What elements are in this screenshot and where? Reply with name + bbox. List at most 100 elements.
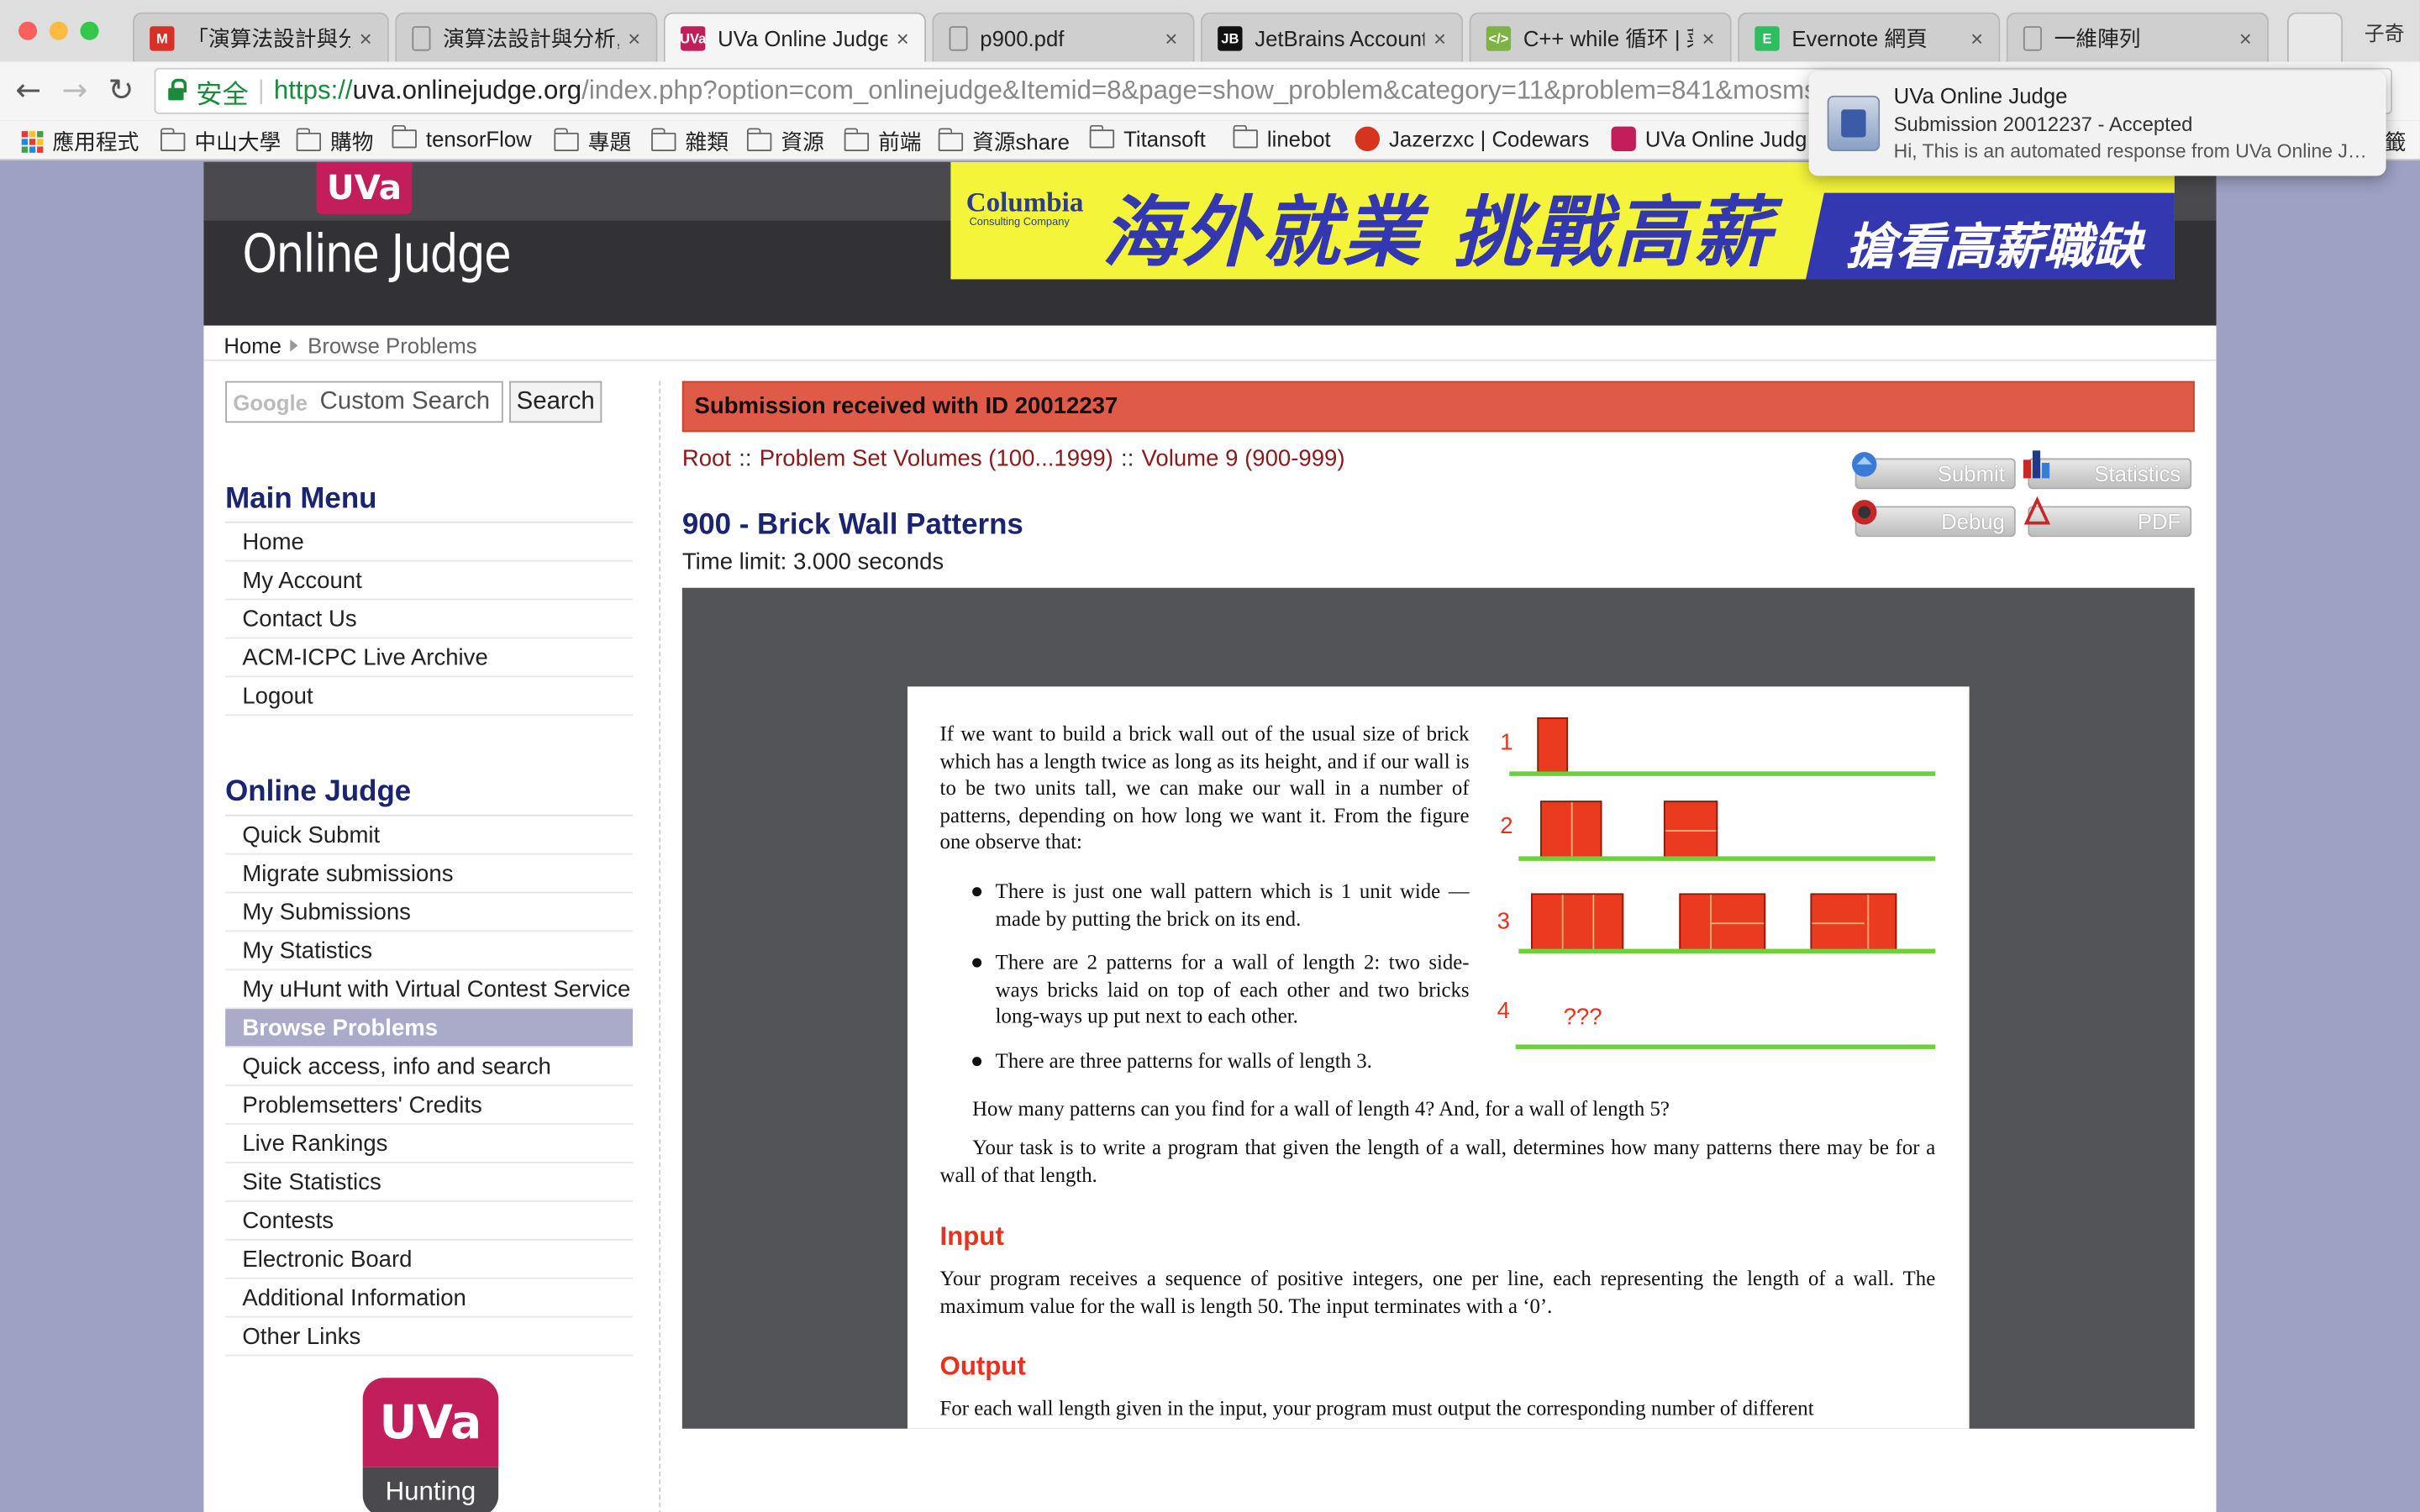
google-logo: Google (233, 389, 308, 415)
sidebar-item[interactable]: Contact Us (225, 600, 634, 639)
sidebar-item[interactable]: My uHunt with Virtual Contest Service (225, 970, 634, 1010)
brick-pattern (1540, 801, 1602, 858)
bookmark-item[interactable]: UVa Online Judg (1611, 126, 1807, 151)
close-tab-icon[interactable]: × (1165, 25, 1177, 50)
back-button[interactable]: ← (15, 74, 41, 105)
sidebar-item[interactable]: Live Rankings (225, 1125, 634, 1163)
browser-tab[interactable]: E Evernote 網頁 × (1738, 12, 2001, 62)
tab-label: 「演算法設計與分析」 (187, 25, 350, 50)
new-tab-button[interactable] (2286, 12, 2344, 62)
search-input[interactable]: Google Custom Search (225, 381, 503, 423)
chevron-right-icon (290, 339, 299, 352)
statistics-button[interactable]: Statistics (2023, 450, 2192, 490)
browser-tab[interactable]: p900.pdf × (932, 12, 1195, 62)
sidebar-item[interactable]: Quick Submit (225, 816, 634, 855)
bookmark-item[interactable]: linebot (1232, 124, 1331, 151)
problem-question: How many patterns can you find for a wal… (972, 1096, 1670, 1121)
path-root[interactable]: Root (682, 446, 731, 472)
close-tab-icon[interactable]: × (897, 26, 909, 50)
close-tab-icon[interactable]: × (628, 25, 640, 50)
close-tab-icon[interactable]: × (360, 25, 372, 50)
uva-logo[interactable]: UVa (316, 161, 413, 215)
online-judge-logo[interactable]: Online Judge (242, 223, 511, 285)
close-tab-icon[interactable]: × (1434, 25, 1446, 50)
sidebar-item[interactable]: My Submissions (225, 893, 634, 932)
submit-button[interactable]: Submit (1852, 452, 2016, 490)
pdf-label: PDF (2137, 509, 2181, 534)
bookmark-label: 專題 (587, 129, 632, 155)
forward-button[interactable]: → (61, 74, 87, 105)
ground-line (1518, 856, 1936, 861)
reload-button[interactable]: ↻ (108, 74, 134, 105)
advertisement-banner[interactable]: Columbia Consulting Company 海外就業 挑戰高薪 搶看… (950, 161, 2175, 280)
sidebar-item[interactable]: My Account (225, 562, 634, 601)
sidebar-item[interactable]: Additional Information (225, 1279, 634, 1318)
sidebar-item[interactable]: Migrate submissions (225, 855, 634, 894)
brick-pattern (1679, 893, 1766, 951)
bookmark-item[interactable]: 中山大學 (160, 127, 281, 158)
breadcrumb-current: Browse Problems (308, 333, 477, 359)
sidebar-item[interactable]: Browse Problems (225, 1009, 634, 1048)
bookmark-label: 中山大學 (194, 129, 281, 155)
bookmark-item[interactable]: 雜類 (650, 127, 729, 158)
unknown-patterns: ??? (1563, 1004, 1602, 1031)
browser-tab[interactable]: </> C++ while 循环 | 菜 × (1469, 12, 1732, 62)
bookmark-item[interactable]: 資源 (746, 127, 824, 158)
tab-label: C++ while 循环 | 菜 (1523, 25, 1693, 50)
search-button[interactable]: Search (509, 381, 602, 423)
bookmark-overflow[interactable]: 籤 (2385, 127, 2407, 158)
sidebar-item[interactable]: Other Links (225, 1318, 634, 1357)
brick-pattern (1663, 801, 1718, 858)
uhunt-badge[interactable]: UVa Hunting (362, 1378, 499, 1512)
bookmark-item[interactable]: 資源share (937, 127, 1070, 158)
tab-favicon-icon: JB (1218, 25, 1243, 50)
page-content: UVa Online Judge Columbia Consulting Com… (203, 161, 2217, 1512)
bookmark-item[interactable]: Jazerzxc | Codewars (1355, 126, 1589, 151)
bookmark-item[interactable]: 前端 (843, 127, 922, 158)
bookmark-label: 資源 (781, 129, 824, 155)
codewars-icon (1355, 126, 1381, 151)
sidebar-item[interactable]: Quick access, info and search (225, 1047, 634, 1087)
browser-tab[interactable]: 演算法設計與分析, × (395, 12, 658, 62)
input-description: Your program receives a sequence of posi… (939, 1266, 1936, 1317)
close-tab-icon[interactable]: × (1970, 25, 1983, 50)
browser-tab[interactable]: M 「演算法設計與分析」 × (132, 12, 389, 62)
sidebar-item[interactable]: Contests (225, 1202, 634, 1241)
profile-name[interactable]: 子奇 (2365, 17, 2405, 46)
close-tab-icon[interactable]: × (1702, 25, 1715, 50)
path-volumes[interactable]: Problem Set Volumes (100...1999) (760, 446, 1113, 472)
sidebar-item[interactable]: Problemsetters' Credits (225, 1086, 634, 1125)
bookmark-item[interactable]: tensorFlow (391, 124, 532, 151)
sidebar-item[interactable]: ACM-ICPC Live Archive (225, 638, 634, 678)
breadcrumb: Home Browse Problems (224, 333, 476, 358)
sidebar-item[interactable]: Electronic Board (225, 1241, 634, 1279)
problem-intro: If we want to build a brick wall out of … (939, 722, 1470, 853)
bookmark-item[interactable]: 專題 (553, 127, 632, 158)
close-tab-icon[interactable]: × (2239, 25, 2252, 50)
browser-tab[interactable]: 一維陣列 × (2006, 12, 2269, 62)
sidebar-item[interactable]: My Statistics (225, 932, 634, 971)
browser-tab[interactable]: JB JetBrains Account × (1200, 12, 1464, 62)
desktop-notification[interactable]: UVa Online Judge Submission 20012237 - A… (1808, 71, 2386, 176)
path-separator: :: (739, 445, 752, 473)
breadcrumb-home[interactable]: Home (224, 333, 281, 358)
notification-title: UVa Online Judge (1893, 83, 2068, 108)
url-separator: | (257, 75, 265, 105)
bookmark-item[interactable]: 購物 (295, 127, 373, 158)
path-volume[interactable]: Volume 9 (900-999) (1142, 446, 1345, 472)
pdf-button[interactable]: PDF (2023, 496, 2192, 538)
bookmark-item[interactable]: Titansoft (1088, 124, 1206, 151)
browser-tab[interactable]: UVa UVa Online Judge × (663, 12, 927, 64)
sidebar-item[interactable]: Logout (225, 677, 634, 717)
path-separator: :: (1121, 445, 1134, 473)
debug-button[interactable]: Debug (1852, 500, 2016, 538)
sidebar-item[interactable]: Site Statistics (225, 1163, 634, 1202)
pdf-icon (2023, 496, 2051, 525)
close-window-button[interactable] (18, 21, 38, 40)
minimize-window-button[interactable] (49, 21, 68, 40)
pdf-viewer[interactable]: If we want to build a brick wall out of … (681, 587, 2195, 1429)
zoom-window-button[interactable] (80, 21, 99, 40)
folder-icon (553, 128, 579, 151)
bookmark-item[interactable]: 應用程式 (21, 127, 139, 158)
sidebar-item[interactable]: Home (225, 523, 634, 562)
